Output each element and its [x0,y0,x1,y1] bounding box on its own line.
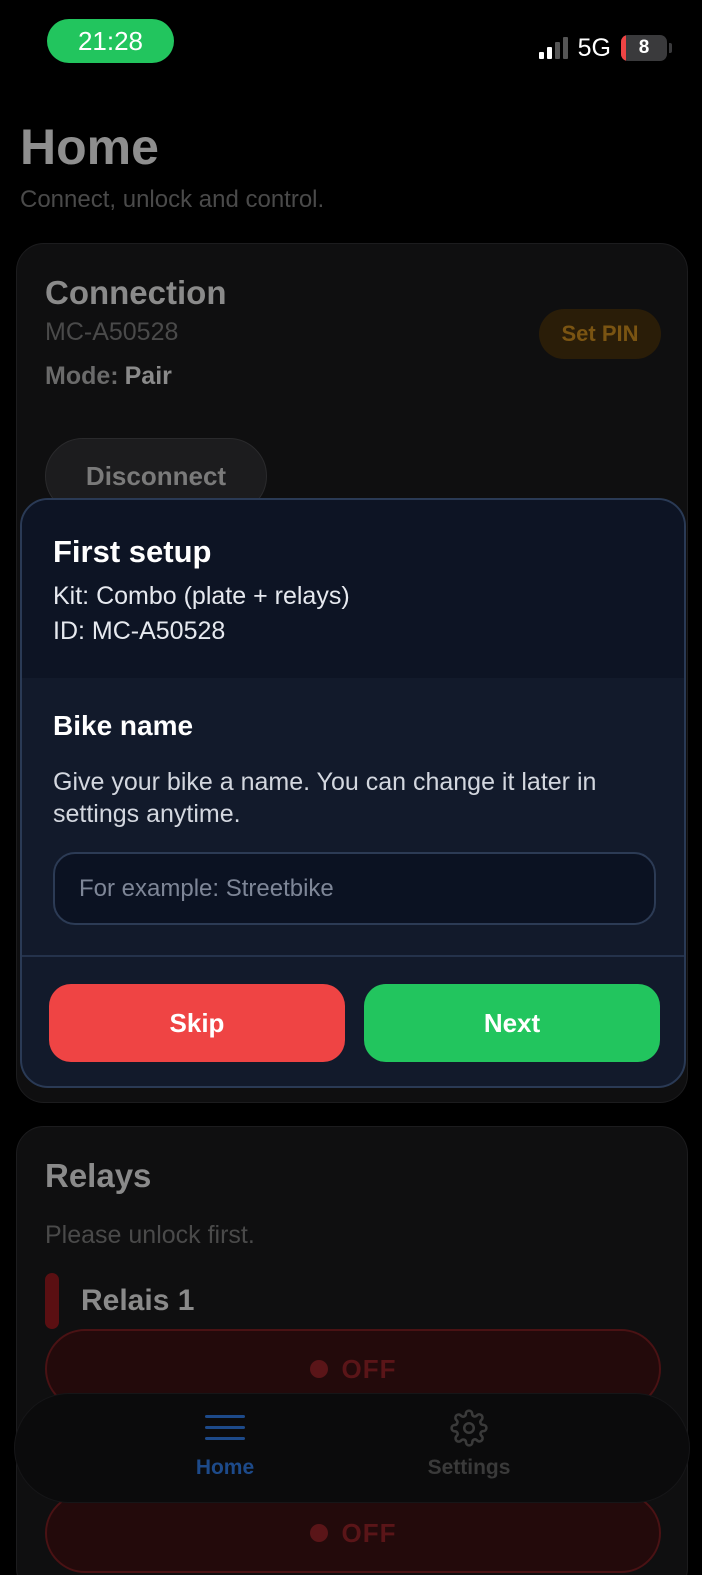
first-setup-modal: First setup Kit: Combo (plate + relays) … [20,498,686,1088]
status-indicators: 5G 8 [538,30,672,66]
connection-mode: Mode: Pair [45,362,172,391]
mode-value: Pair [124,362,172,390]
mode-label: Mode: [45,362,119,390]
signal-icon [538,37,568,59]
relay-name: Relais 1 [81,1284,195,1317]
relay-status-bar [45,1273,59,1329]
connection-title: Connection [45,274,227,311]
network-type: 5G [577,33,611,62]
bike-name-description: Give your bike a name. You can change it… [53,768,597,828]
relay-state: OFF [341,1517,397,1548]
modal-title: First setup [53,534,212,569]
bike-name-title: Bike name [53,710,194,741]
battery-level: 8 [638,37,650,58]
device-id: MC-A50528 [45,318,179,346]
status-dot-icon [309,1524,328,1542]
nav-home-label: Home [195,1456,255,1479]
nav-settings[interactable]: Settings [389,1406,549,1480]
battery-icon: 8 [621,35,667,61]
modal-divider [22,955,684,957]
gear-icon [389,1406,549,1450]
relay-state: OFF [341,1353,397,1384]
modal-device-id: ID: MC-A50528 [53,617,226,645]
skip-button[interactable]: Skip [49,984,345,1062]
relay-toggle-button[interactable]: OFF [45,1493,661,1573]
relays-hint: Please unlock first. [45,1221,255,1249]
set-pin-button[interactable]: Set PIN [539,309,661,359]
modal-header: First setup Kit: Combo (plate + relays) … [22,500,684,678]
relays-title: Relays [45,1157,152,1194]
menu-icon [145,1406,305,1450]
next-button[interactable]: Next [364,984,660,1062]
modal-kit: Kit: Combo (plate + relays) [53,582,350,610]
relays-card: Relays Please unlock first. Relais 1 OFF… [16,1126,688,1575]
page-title: Home [20,119,159,175]
nav-settings-label: Settings [427,1456,511,1479]
nav-home[interactable]: Home [145,1406,305,1480]
page-subtitle: Connect, unlock and control. [20,186,325,213]
status-time: 21:28 [47,19,174,63]
bottom-nav: Home Settings [14,1393,690,1503]
relay-row: Relais 1 [45,1273,194,1329]
status-dot-icon [309,1360,328,1378]
bike-name-input[interactable] [53,852,656,925]
